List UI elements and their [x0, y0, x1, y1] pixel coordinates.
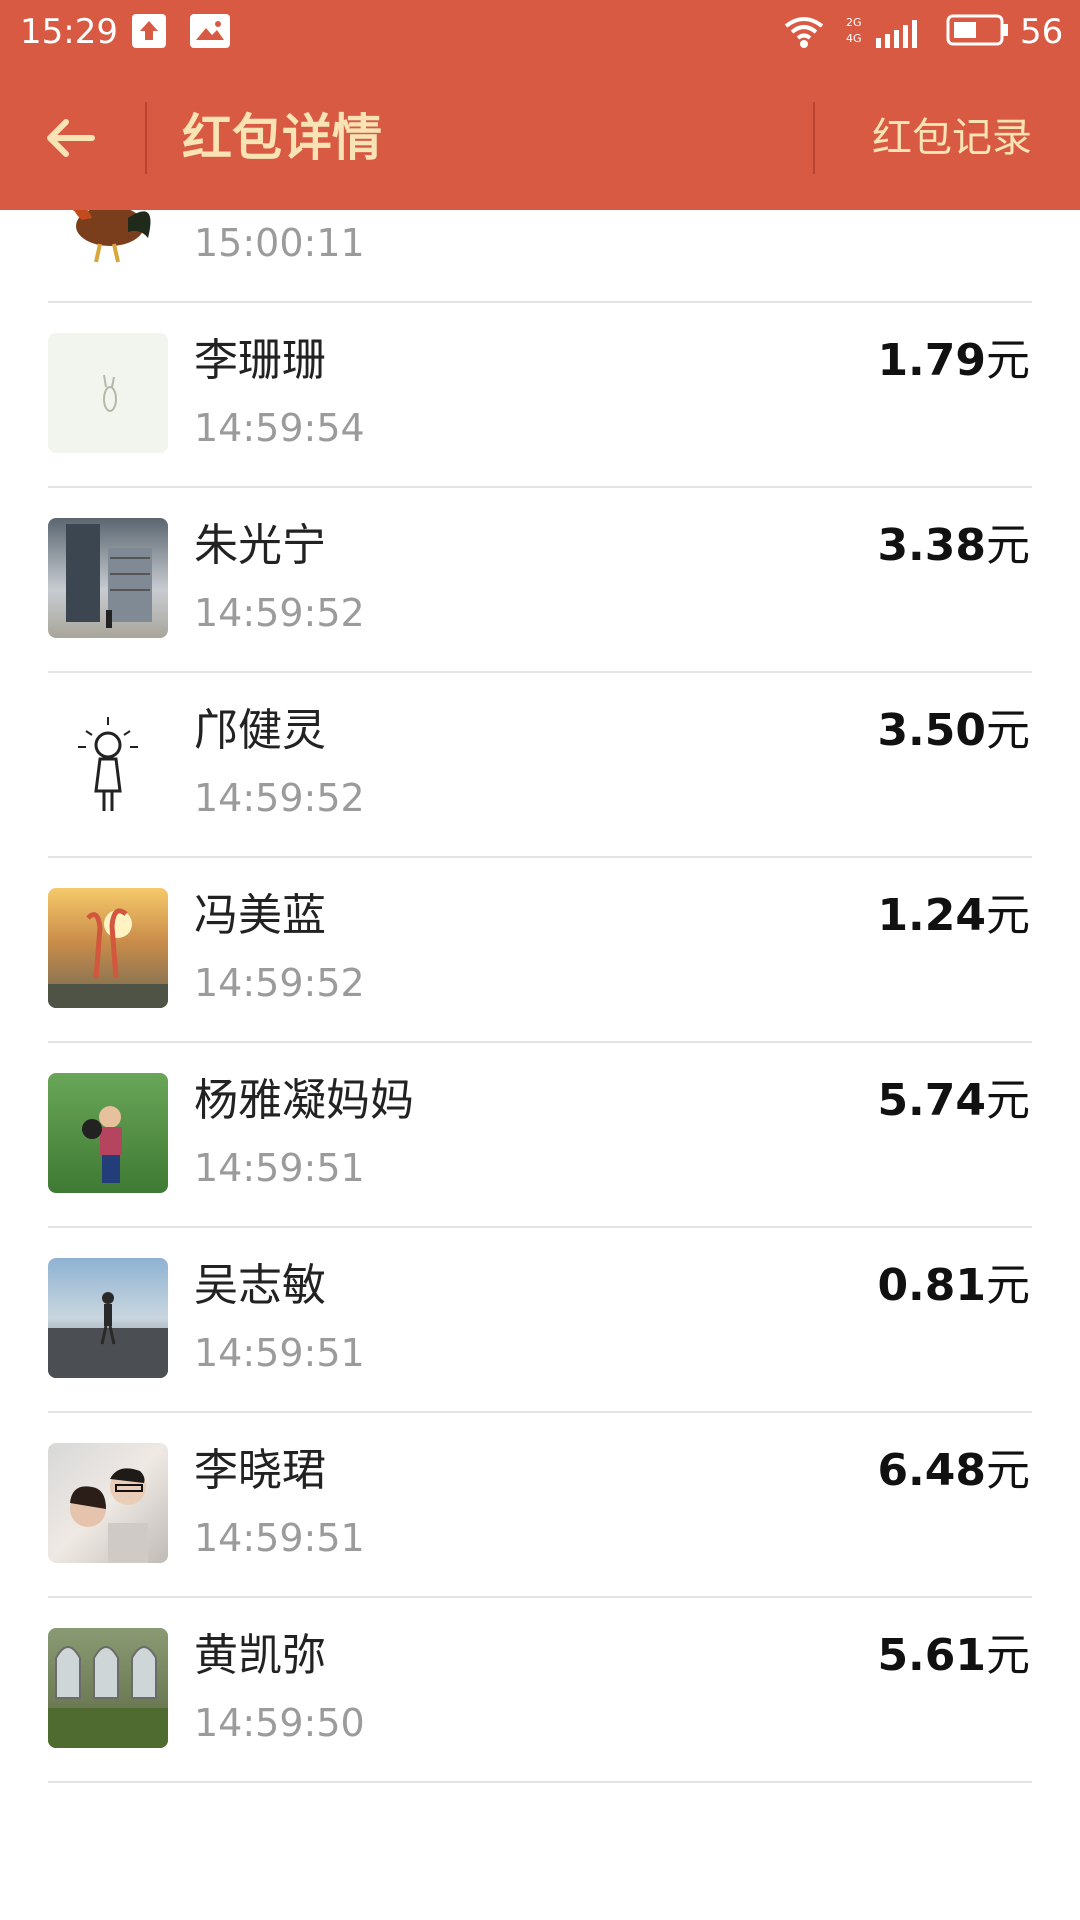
avatar [48, 1443, 168, 1563]
back-button[interactable] [40, 106, 104, 170]
list-item[interactable]: 吴志敏 14:59:51 0.81元 [0, 1228, 1080, 1413]
signal-icon: 2G 4G [846, 16, 922, 50]
time-stamp: 14:59:52 [194, 961, 365, 1005]
time-stamp: 14:59:50 [194, 1701, 365, 1745]
upload-icon [132, 14, 166, 48]
page-title: 红包详情 [182, 109, 382, 167]
avatar [48, 888, 168, 1008]
avatar [48, 1258, 168, 1378]
row-divider [48, 1781, 1032, 1783]
recipient-name: 邝健灵 [194, 705, 326, 756]
time-stamp: 14:59:52 [194, 776, 365, 820]
header-divider [145, 102, 147, 174]
time-stamp: 14:59:54 [194, 406, 365, 450]
list-item[interactable]: 黄凯弥 14:59:50 5.61元 [0, 1598, 1080, 1783]
list-item[interactable]: 李晓珺 14:59:51 6.48元 [0, 1413, 1080, 1598]
recipient-name: 朱光宁 [194, 520, 326, 571]
time-stamp: 15:00:11 [194, 221, 365, 265]
amount: 0.81元 [877, 1260, 1030, 1311]
amount: 1.24元 [877, 890, 1030, 941]
arrow-left-icon [47, 119, 95, 157]
red-packet-recipient-list[interactable]: 15:00:11 李珊珊 14:59:54 1.79元 朱光宁 14:59:52… [0, 210, 1080, 1920]
avatar [48, 518, 168, 638]
list-item[interactable]: 邝健灵 14:59:52 3.50元 [0, 673, 1080, 858]
wifi-icon [782, 10, 826, 58]
battery-percent: 56 [1020, 12, 1064, 52]
list-item[interactable]: 15:00:11 [0, 210, 1080, 303]
avatar [48, 703, 168, 823]
app-header: 红包详情 红包记录 [0, 66, 1080, 210]
recipient-name: 冯美蓝 [194, 890, 326, 941]
amount: 1.79元 [877, 335, 1030, 386]
amount: 5.74元 [877, 1075, 1030, 1126]
amount: 6.48元 [877, 1445, 1030, 1496]
list-item[interactable]: 杨雅凝妈妈 14:59:51 5.74元 [0, 1043, 1080, 1228]
avatar [48, 210, 168, 268]
list-item[interactable]: 冯美蓝 14:59:52 1.24元 [0, 858, 1080, 1043]
header-divider [813, 102, 815, 174]
avatar [48, 1628, 168, 1748]
recipient-name: 杨雅凝妈妈 [194, 1075, 414, 1126]
time-stamp: 14:59:52 [194, 591, 365, 635]
recipient-name: 吴志敏 [194, 1260, 326, 1311]
recipient-name: 黄凯弥 [194, 1630, 326, 1681]
time-stamp: 14:59:51 [194, 1146, 365, 1190]
recipient-name: 李珊珊 [194, 335, 326, 386]
red-packet-record-button[interactable]: 红包记录 [872, 106, 1032, 170]
battery-icon [946, 14, 1010, 46]
avatar [48, 333, 168, 453]
amount: 3.50元 [877, 705, 1030, 756]
amount: 5.61元 [877, 1630, 1030, 1681]
amount: 3.38元 [877, 520, 1030, 571]
time-stamp: 14:59:51 [194, 1516, 365, 1560]
photo-icon [190, 14, 230, 48]
status-time: 15:29 [20, 12, 118, 52]
list-item[interactable]: 李珊珊 14:59:54 1.79元 [0, 303, 1080, 488]
list-item[interactable]: 朱光宁 14:59:52 3.38元 [0, 488, 1080, 673]
recipient-name: 李晓珺 [194, 1445, 326, 1496]
avatar [48, 1073, 168, 1193]
time-stamp: 14:59:51 [194, 1331, 365, 1375]
status-bar: 15:29 2G 4G 56 [0, 0, 1080, 66]
